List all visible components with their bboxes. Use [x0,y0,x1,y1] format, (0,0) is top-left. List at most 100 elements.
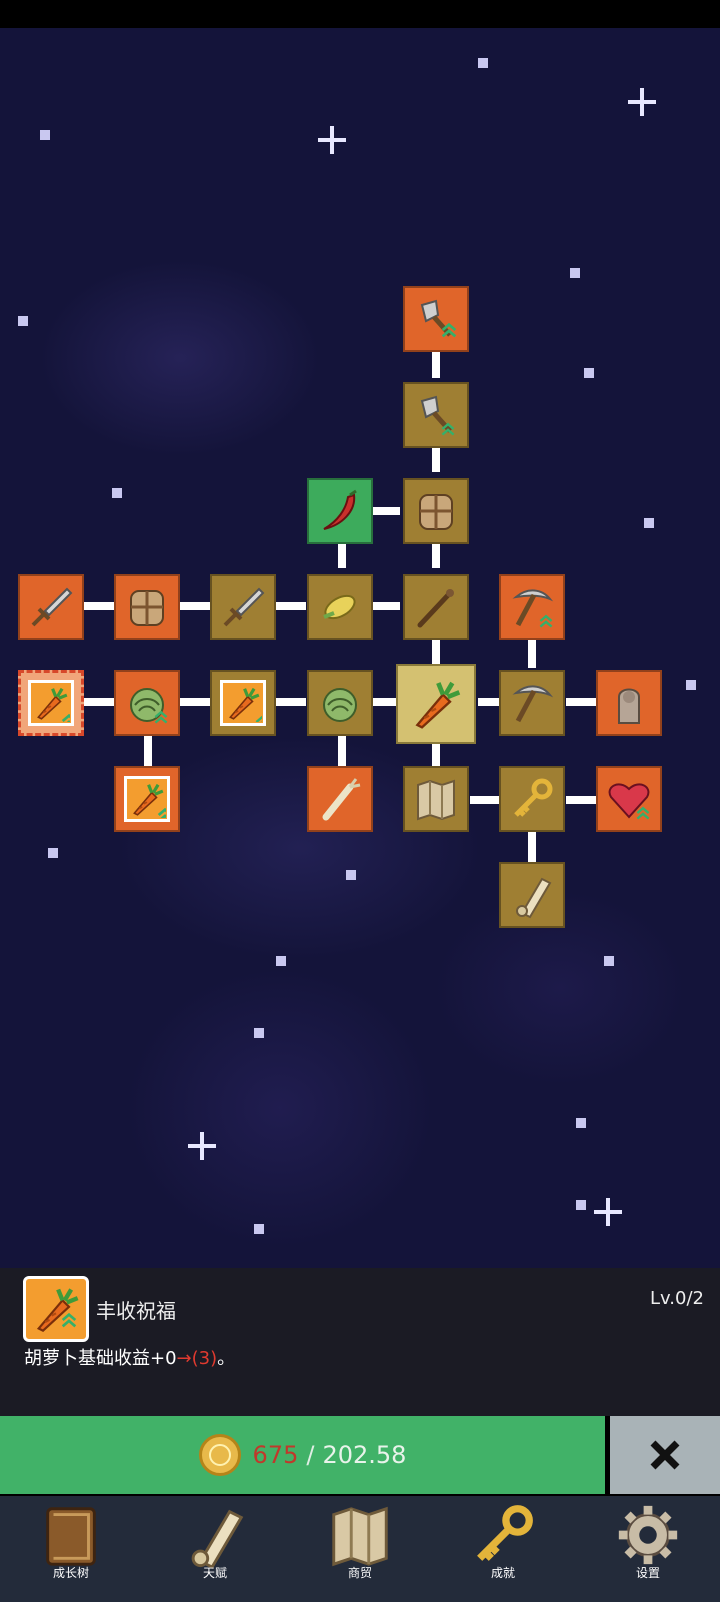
sword-icon [27,583,75,631]
star [346,870,356,880]
star [112,488,122,498]
desc-prefix: 胡萝卜基础收益+0 [24,1348,177,1369]
node-pickaxe-2[interactable] [499,670,565,736]
nav-label: 成就 [490,1566,515,1580]
tree-link [84,698,114,706]
node-statue[interactable] [596,670,662,736]
sparkle [628,88,656,116]
desc-highlight: →(3) [176,1348,218,1369]
pickaxe-icon [508,679,556,727]
star [576,1118,586,1128]
map-icon [412,775,460,823]
key-icon [468,1500,538,1570]
node-key[interactable] [499,766,565,832]
chili-icon [316,487,364,535]
tree-link [470,796,500,804]
node-sword-2[interactable] [210,574,276,640]
backpack-icon [123,583,171,631]
tree-link [432,348,440,378]
skill-level: Lv.0/2 [650,1288,704,1309]
carrot-badge [220,680,266,726]
status-bar [0,0,720,28]
node-carrot-center[interactable] [396,664,476,744]
sparkle [318,126,346,154]
node-shovel-upgrade-1[interactable] [403,286,469,352]
close-button[interactable] [610,1416,720,1494]
tree-link [180,698,210,706]
star [584,368,594,378]
coin-icon [198,1434,241,1476]
cost-separator: / [306,1441,315,1469]
node-leek[interactable] [307,766,373,832]
sparkle [188,1132,216,1160]
upgrade-cost: 675 [252,1441,299,1469]
owned-coins: 202.58 [322,1441,407,1469]
node-chili[interactable] [307,478,373,544]
star [604,956,614,966]
map-icon [325,1500,395,1570]
sparkle [594,1198,622,1226]
tree-link [566,698,596,706]
shovel-icon [412,391,455,436]
node-carrot-3[interactable] [114,766,180,832]
node-pickaxe-1[interactable] [499,574,565,640]
carrot-icon [408,676,464,732]
nav-settings[interactable]: 设置 [593,1500,703,1600]
star [276,956,286,966]
node-scroll[interactable] [499,862,565,928]
statue-icon [605,679,653,727]
nav-growth-tree[interactable]: 成长树 [16,1500,126,1600]
node-backpack-2[interactable] [114,574,180,640]
tree-link [528,832,536,862]
carrot-badge [28,680,74,726]
close-icon [650,1440,680,1470]
gear-icon [613,1500,683,1570]
backpack-icon [412,487,460,535]
tree-link [566,796,596,804]
node-wand[interactable] [403,574,469,640]
nav-achievements[interactable]: 成就 [448,1500,558,1600]
node-corn[interactable] [307,574,373,640]
node-shovel-upgrade-2[interactable] [403,382,469,448]
skill-tree-area[interactable] [0,28,720,1268]
cabbage-icon [316,679,364,727]
star [254,1028,264,1038]
star [686,680,696,690]
carrot-badge [124,776,170,822]
tree-link [180,602,210,610]
star [478,58,488,68]
tree-link [276,698,306,706]
star [18,316,28,326]
star [570,268,580,278]
upgrade-button[interactable]: 675 / 202.58 [0,1416,605,1494]
scroll-icon [180,1500,250,1570]
node-harvest-blessing[interactable] [18,670,84,736]
star [644,518,654,528]
node-backpack-1[interactable] [403,478,469,544]
node-sword-1[interactable] [18,574,84,640]
tree-link [370,507,400,515]
nav-label: 成长树 [52,1566,89,1580]
wand-icon [412,583,460,631]
node-cabbage-1[interactable] [114,670,180,736]
key-icon [508,775,556,823]
leek-icon [316,775,364,823]
scroll-icon [508,871,556,919]
star [48,848,58,858]
nav-trade[interactable]: 商贸 [305,1500,415,1600]
node-carrot-2[interactable] [210,670,276,736]
nav-label: 天赋 [202,1566,227,1580]
tree-link [84,602,114,610]
tree-link [276,602,306,610]
carrot-icon [128,780,166,818]
node-map[interactable] [403,766,469,832]
node-cabbage-2[interactable] [307,670,373,736]
skill-name: 丰收祝福 [96,1299,176,1323]
corn-icon [316,583,364,631]
nav-talent[interactable]: 天赋 [160,1500,270,1600]
star [254,1224,264,1234]
node-heart[interactable] [596,766,662,832]
tree-link [370,602,400,610]
tree-link [432,744,440,766]
nav-label: 设置 [635,1566,660,1580]
